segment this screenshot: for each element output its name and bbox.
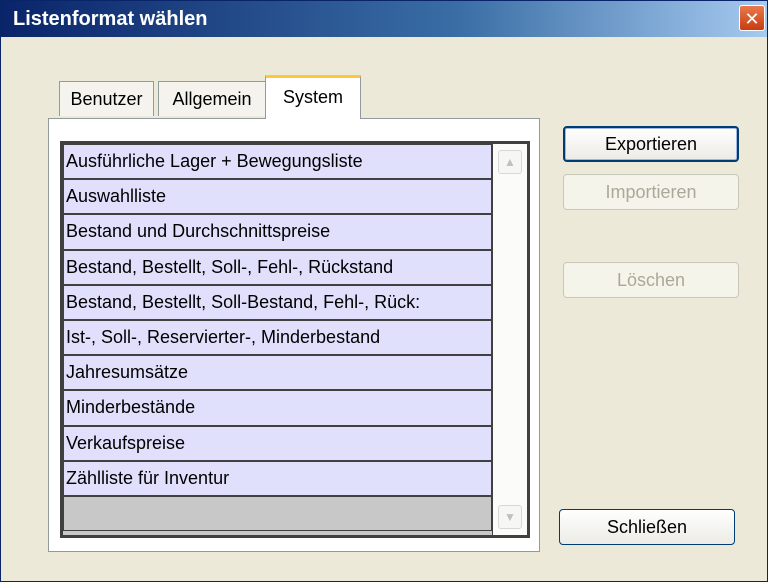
scroll-down-button[interactable]: ▼ (498, 505, 522, 529)
list-item[interactable]: Jahresumsätze (63, 355, 492, 391)
list-item[interactable]: Ist-, Soll-, Reservierter-, Minderbestan… (63, 319, 492, 356)
import-button[interactable]: Importieren (563, 174, 739, 210)
title-bar[interactable]: Listenformat wählen ✕ (1, 1, 767, 37)
vertical-scrollbar[interactable]: ▲ ▼ (492, 144, 527, 535)
delete-button[interactable]: Löschen (563, 262, 739, 298)
tab-system-label: System (282, 87, 343, 107)
list-item[interactable]: Bestand und Durchschnittspreise (63, 214, 492, 250)
close-dialog-button[interactable]: Schließen (559, 509, 735, 545)
tab-system[interactable]: System (265, 75, 361, 119)
tab-benutzer-label: Benutzer (70, 89, 143, 109)
chevron-up-icon: ▲ (504, 155, 516, 169)
export-button[interactable]: Exportieren (563, 126, 739, 162)
list-item[interactable]: Verkaufspreise (63, 425, 492, 461)
chevron-down-icon: ▼ (504, 510, 516, 524)
list-item[interactable]: Minderbestände (63, 390, 492, 426)
list-item[interactable]: Bestand, Bestellt, Soll-Bestand, Fehl-, … (63, 284, 492, 320)
format-list-rows: Ausführliche Lager + Bewegungsliste Ausw… (63, 144, 492, 532)
scroll-up-button[interactable]: ▲ (498, 150, 522, 174)
dialog-title: Listenformat wählen (13, 8, 208, 30)
close-button[interactable]: ✕ (739, 5, 765, 31)
tab-allgemein[interactable]: Allgemein (158, 81, 266, 116)
close-icon: ✕ (744, 9, 760, 29)
format-list[interactable]: Ausführliche Lager + Bewegungsliste Ausw… (60, 141, 530, 538)
list-item[interactable]: Ausführliche Lager + Bewegungsliste (63, 144, 492, 180)
tab-allgemein-label: Allgemein (172, 89, 252, 109)
list-item[interactable]: Zählliste für Inventur (63, 460, 492, 496)
dialog-window: Listenformat wählen ✕ Benutzer Allgemein… (0, 0, 768, 582)
tab-benutzer[interactable]: Benutzer (59, 81, 154, 116)
empty-list-row (63, 495, 492, 532)
list-item[interactable]: Auswahlliste (63, 179, 492, 215)
list-item[interactable]: Bestand, Bestellt, Soll-, Fehl-, Rücksta… (63, 249, 492, 285)
